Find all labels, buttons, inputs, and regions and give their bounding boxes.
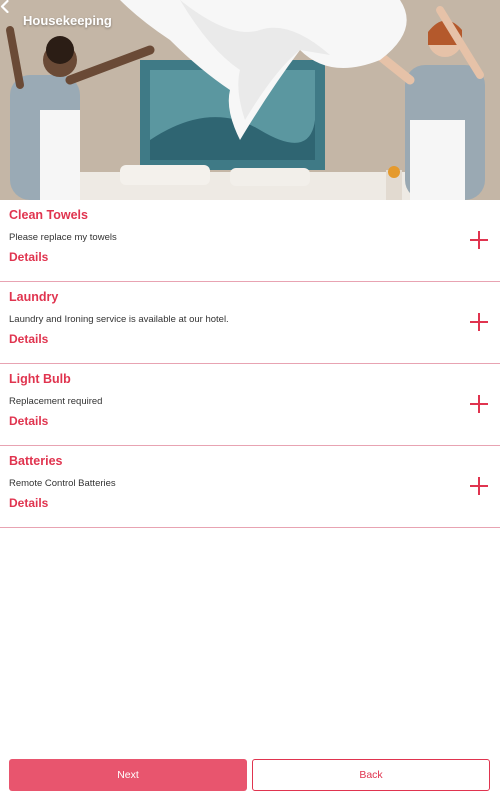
plus-icon[interactable] bbox=[470, 231, 488, 249]
back-navigation-button[interactable] bbox=[0, 0, 20, 30]
plus-icon[interactable] bbox=[470, 477, 488, 495]
service-item-description: Remote Control Batteries bbox=[9, 478, 116, 489]
back-button[interactable]: Back bbox=[252, 759, 490, 791]
service-item-description: Please replace my towels bbox=[9, 232, 117, 243]
hero-image: Housekeeping bbox=[0, 0, 500, 200]
service-item-light-bulb: Light Bulb Replacement required Details bbox=[0, 364, 500, 446]
service-item-clean-towels: Clean Towels Please replace my towels De… bbox=[0, 200, 500, 282]
plus-icon[interactable] bbox=[470, 313, 488, 331]
service-item-laundry: Laundry Laundry and Ironing service is a… bbox=[0, 282, 500, 364]
details-link[interactable]: Details bbox=[9, 250, 48, 264]
service-list: Clean Towels Please replace my towels De… bbox=[0, 200, 500, 528]
service-item-batteries: Batteries Remote Control Batteries Detai… bbox=[0, 446, 500, 528]
details-link[interactable]: Details bbox=[9, 332, 48, 346]
next-button[interactable]: Next bbox=[9, 759, 247, 791]
service-item-title: Light Bulb bbox=[9, 372, 71, 386]
footer-actions: Next Back bbox=[0, 759, 500, 791]
chevron-left-icon bbox=[0, 0, 9, 13]
top-bar: Housekeeping bbox=[0, 0, 500, 40]
details-link[interactable]: Details bbox=[9, 414, 48, 428]
service-item-description: Replacement required bbox=[9, 396, 103, 407]
service-item-title: Clean Towels bbox=[9, 208, 88, 222]
page-title: Housekeeping bbox=[23, 12, 112, 28]
details-link[interactable]: Details bbox=[9, 496, 48, 510]
service-item-title: Laundry bbox=[9, 290, 59, 304]
service-item-title: Batteries bbox=[9, 454, 63, 468]
plus-icon[interactable] bbox=[470, 395, 488, 413]
service-item-description: Laundry and Ironing service is available… bbox=[9, 314, 229, 325]
